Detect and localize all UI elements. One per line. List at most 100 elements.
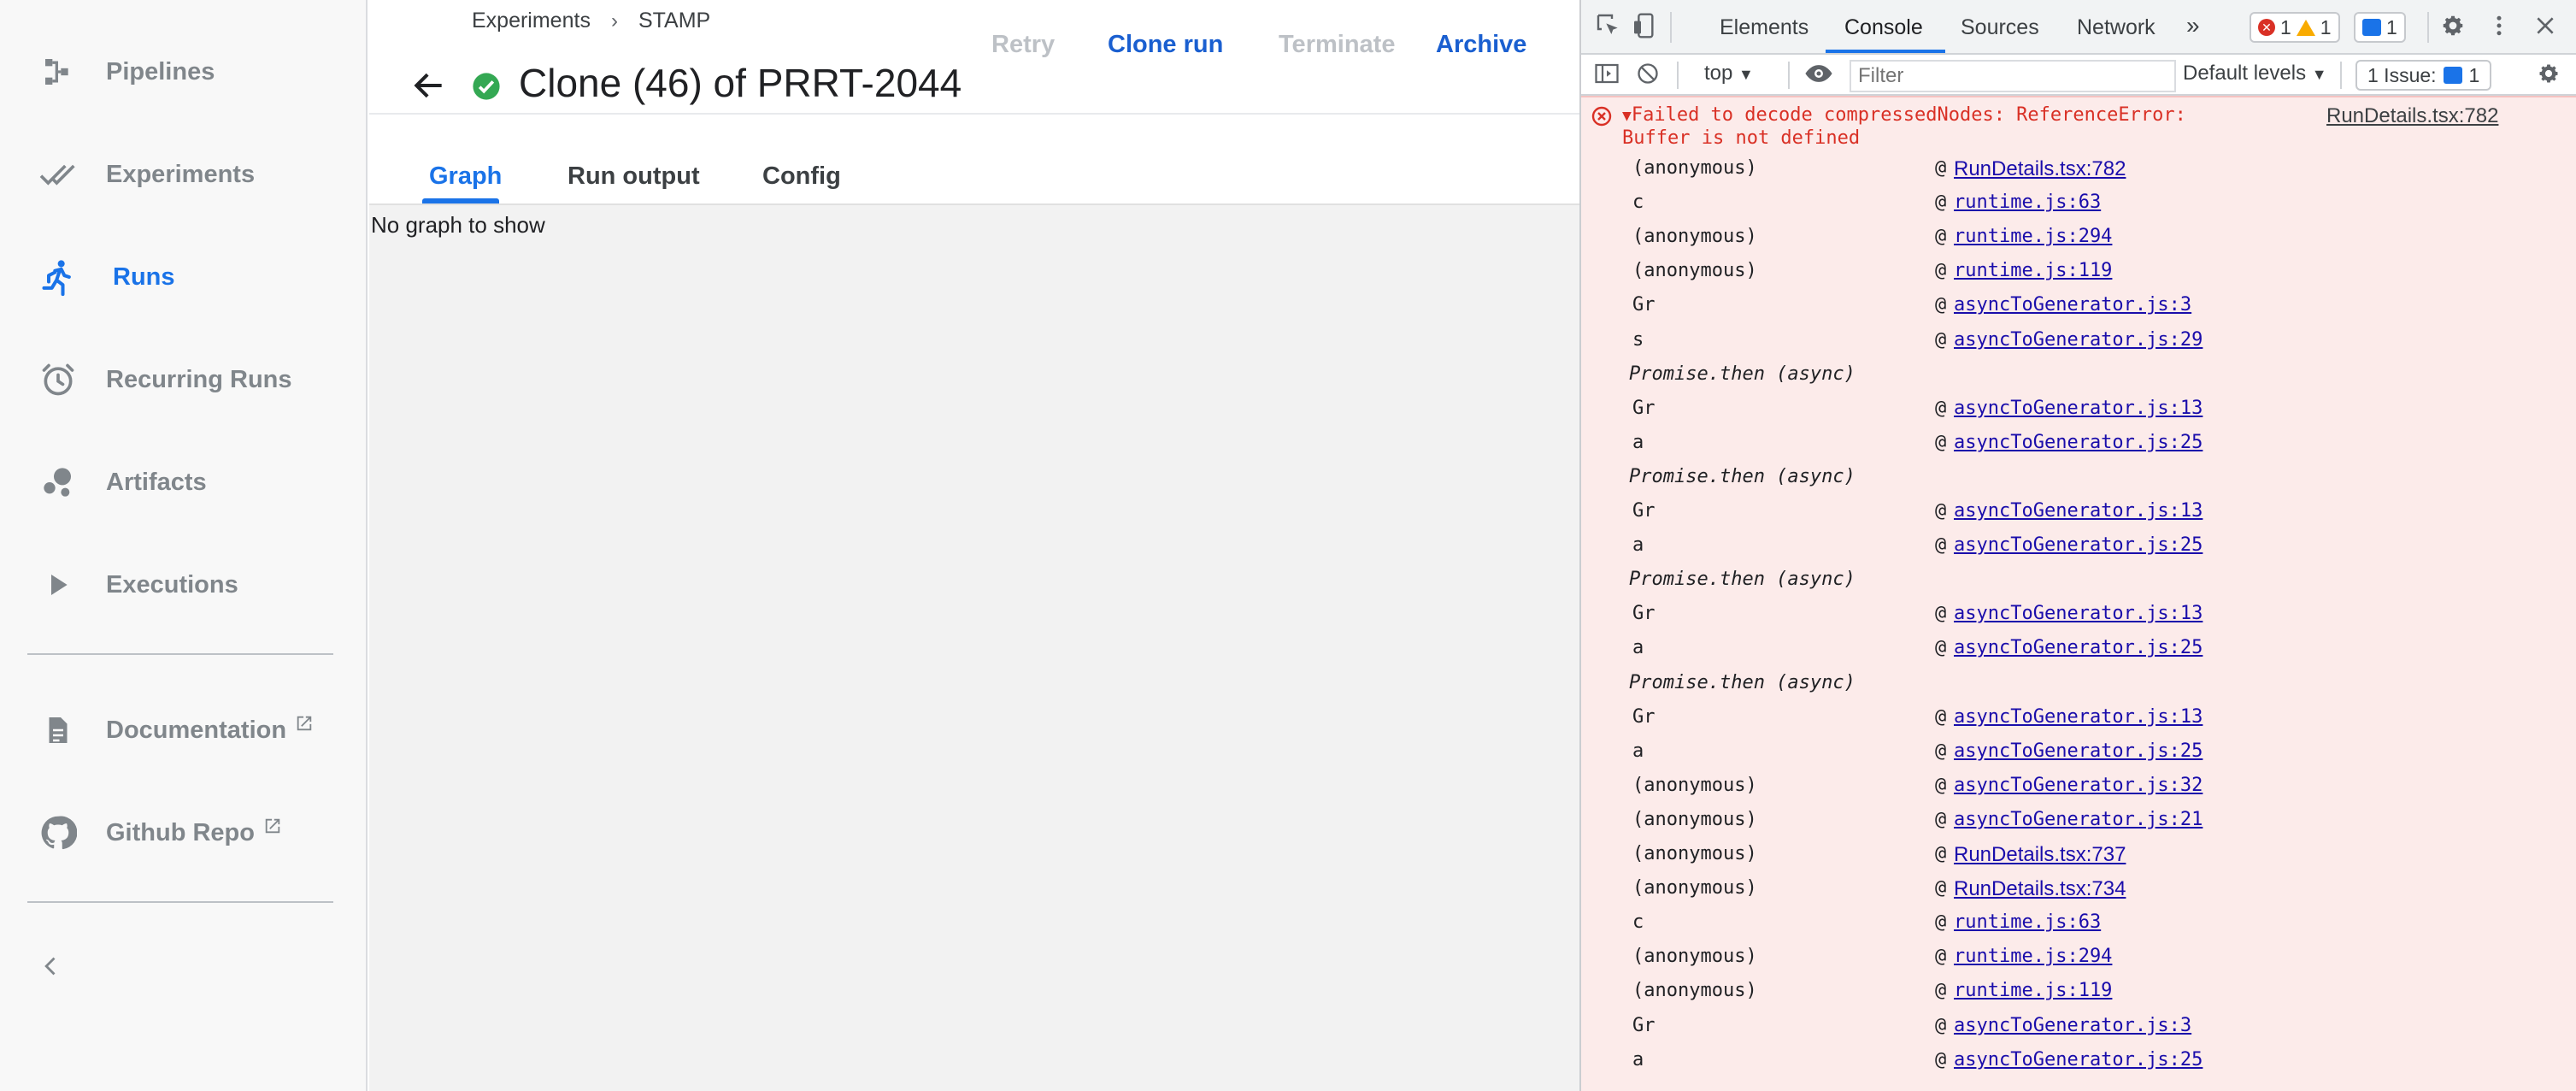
clear-console-button[interactable]	[1632, 60, 1663, 91]
issues-button[interactable]: 1 Issue: 1	[2355, 60, 2492, 91]
devtools-tab-network[interactable]: Network	[2077, 15, 2155, 40]
stack-frame-function: Promise.then (async)	[1629, 569, 1856, 591]
breadcrumb-experiment-name[interactable]: STAMP	[638, 9, 710, 33]
stack-frame-row: a @ asyncToGenerator.js:25	[1581, 739, 2576, 773]
stack-frame-link[interactable]: asyncToGenerator.js:25	[1954, 637, 2203, 658]
stack-frame-row: a @ asyncToGenerator.js:25	[1581, 430, 2576, 464]
stack-frame-link[interactable]: asyncToGenerator.js:21	[1954, 809, 2203, 830]
expand-triangle-icon[interactable]: ▼	[1622, 107, 1632, 125]
tab-graph[interactable]: Graph	[429, 162, 502, 191]
sidebar-link-label: Github Repo	[106, 818, 282, 847]
sidebar-item-recurring-runs[interactable]: Recurring Runs	[0, 345, 368, 414]
arrow-left-icon	[410, 73, 448, 108]
issues-label: 1 Issue:	[2367, 63, 2437, 86]
stack-frame-link[interactable]: runtime.js:63	[1954, 911, 2101, 933]
stack-frame-function: a	[1632, 534, 1644, 557]
stack-frame-link[interactable]: asyncToGenerator.js:13	[1954, 398, 2203, 419]
stack-frame-link[interactable]: RunDetails.tsx:782	[1954, 157, 2126, 181]
tab-run-output[interactable]: Run output	[568, 162, 700, 191]
sidebar-item-artifacts[interactable]: Artifacts	[0, 448, 368, 516]
inspect-element-button[interactable]	[1593, 12, 1624, 43]
runs-icon	[34, 253, 82, 301]
error-circle-icon	[1591, 106, 1612, 131]
tab-config[interactable]: Config	[762, 162, 841, 191]
error-message[interactable]: ▼Failed to decode compressedNodes: Refer…	[1622, 104, 2238, 150]
retry-button[interactable]: Retry	[991, 31, 1055, 59]
back-button[interactable]	[410, 67, 448, 104]
collapse-sidebar-button[interactable]	[34, 951, 68, 985]
devtools-tab-console[interactable]: Console	[1844, 15, 1923, 40]
devtools-settings-button[interactable]	[2438, 12, 2468, 43]
close-devtools-button[interactable]	[2530, 12, 2561, 43]
stack-frame-link[interactable]: RunDetails.tsx:737	[1954, 843, 2126, 867]
stack-frame-link[interactable]: asyncToGenerator.js:29	[1954, 329, 2203, 351]
clone-run-button[interactable]: Clone run	[1108, 31, 1223, 59]
error-source-link[interactable]: RunDetails.tsx:782	[2326, 104, 2498, 128]
stack-frame-function: (anonymous)	[1632, 877, 1757, 899]
stack-frame-link[interactable]: asyncToGenerator.js:25	[1954, 432, 2203, 453]
sidebar-item-executions[interactable]: Executions	[0, 551, 368, 619]
error-warning-counter[interactable]: ✕ 1 1	[2250, 12, 2340, 43]
stack-frame-link[interactable]: asyncToGenerator.js:3	[1954, 1015, 2191, 1036]
block-icon	[1636, 62, 1660, 90]
messages-counter[interactable]: 1	[2354, 12, 2406, 43]
stack-frame-link[interactable]: runtime.js:63	[1954, 192, 2101, 213]
toolbar-separator	[2340, 62, 2342, 89]
stack-frame-at: @	[1935, 226, 1947, 248]
header-divider	[369, 113, 1579, 115]
stack-frame-function: Gr	[1632, 1014, 1656, 1036]
stack-frame-link[interactable]: RunDetails.tsx:734	[1954, 877, 2126, 901]
stack-frame-link[interactable]: runtime.js:294	[1954, 946, 2112, 967]
sidebar-item-runs[interactable]: Runs	[0, 243, 368, 311]
eye-icon	[1804, 62, 1833, 89]
sidebar-item-experiments[interactable]: Experiments	[0, 140, 368, 209]
stack-frame-link[interactable]: asyncToGenerator.js:25	[1954, 740, 2203, 762]
sidebar-item-label: Executions	[106, 570, 238, 599]
more-tabs-button[interactable]: »	[2186, 12, 2200, 39]
stack-frame-link[interactable]: runtime.js:294	[1954, 226, 2112, 247]
stack-frame-link[interactable]: asyncToGenerator.js:13	[1954, 603, 2203, 624]
stack-frame-at: @	[1935, 637, 1947, 659]
stack-frame-at: @	[1935, 774, 1947, 796]
show-sidebar-button[interactable]	[1591, 60, 1622, 91]
context-select[interactable]: top ▼	[1704, 62, 1754, 86]
devtools-menu-button[interactable]	[2484, 12, 2514, 43]
dropdown-caret-icon: ▼	[2311, 66, 2327, 83]
gear-icon	[2537, 62, 2561, 90]
device-toolbar-button[interactable]	[1629, 12, 1660, 43]
log-levels-select[interactable]: Default levels ▼	[2183, 62, 2327, 86]
stack-frame-at: @	[1935, 603, 1947, 625]
stack-frame-link[interactable]: asyncToGenerator.js:32	[1954, 775, 2203, 796]
stack-frame-link[interactable]: asyncToGenerator.js:3	[1954, 294, 2191, 316]
close-icon	[2534, 15, 2556, 41]
stack-frame-row: Gr @ asyncToGenerator.js:3	[1581, 1013, 2576, 1047]
terminate-button[interactable]: Terminate	[1279, 31, 1395, 59]
console-filter-input[interactable]	[1850, 60, 2176, 92]
stack-frame-link[interactable]: asyncToGenerator.js:25	[1954, 1049, 2203, 1070]
sidebar-link-documentation[interactable]: Documentation	[0, 696, 368, 764]
devtools-tab-sources[interactable]: Sources	[1961, 15, 2039, 40]
sidebar-link-github[interactable]: Github Repo	[0, 799, 368, 867]
graph-canvas: No graph to show	[369, 203, 1579, 1091]
sidebar-divider	[27, 653, 333, 655]
sidebar-item-label: Experiments	[106, 160, 256, 188]
stack-frame-link[interactable]: runtime.js:119	[1954, 260, 2112, 281]
console-output: ▼Failed to decode compressedNodes: Refer…	[1581, 96, 2576, 1091]
stack-frame-at: @	[1935, 843, 1947, 864]
sidebar-item-pipelines[interactable]: Pipelines	[0, 38, 368, 106]
live-expression-button[interactable]	[1800, 60, 1838, 91]
console-settings-button[interactable]	[2533, 60, 2564, 91]
archive-button[interactable]: Archive	[1436, 31, 1526, 59]
error-text: Failed to decode compressedNodes: Refere…	[1622, 104, 2186, 149]
stack-frame-row: (anonymous) @ RunDetails.tsx:737	[1581, 841, 2576, 876]
stack-frame-link[interactable]: runtime.js:119	[1954, 980, 2112, 1001]
stack-frame-link[interactable]: asyncToGenerator.js:13	[1954, 706, 2203, 728]
devtools-tab-elements[interactable]: Elements	[1720, 15, 1808, 40]
stack-frame-function: Promise.then (async)	[1629, 465, 1856, 487]
toolbar-separator	[2427, 12, 2429, 43]
stack-frame-link[interactable]: asyncToGenerator.js:25	[1954, 534, 2203, 556]
inspect-cursor-icon	[1595, 12, 1622, 44]
stack-frame-link[interactable]: asyncToGenerator.js:13	[1954, 500, 2203, 522]
stack-frame-function: Promise.then (async)	[1629, 671, 1856, 693]
breadcrumb-experiments[interactable]: Experiments	[472, 9, 591, 33]
